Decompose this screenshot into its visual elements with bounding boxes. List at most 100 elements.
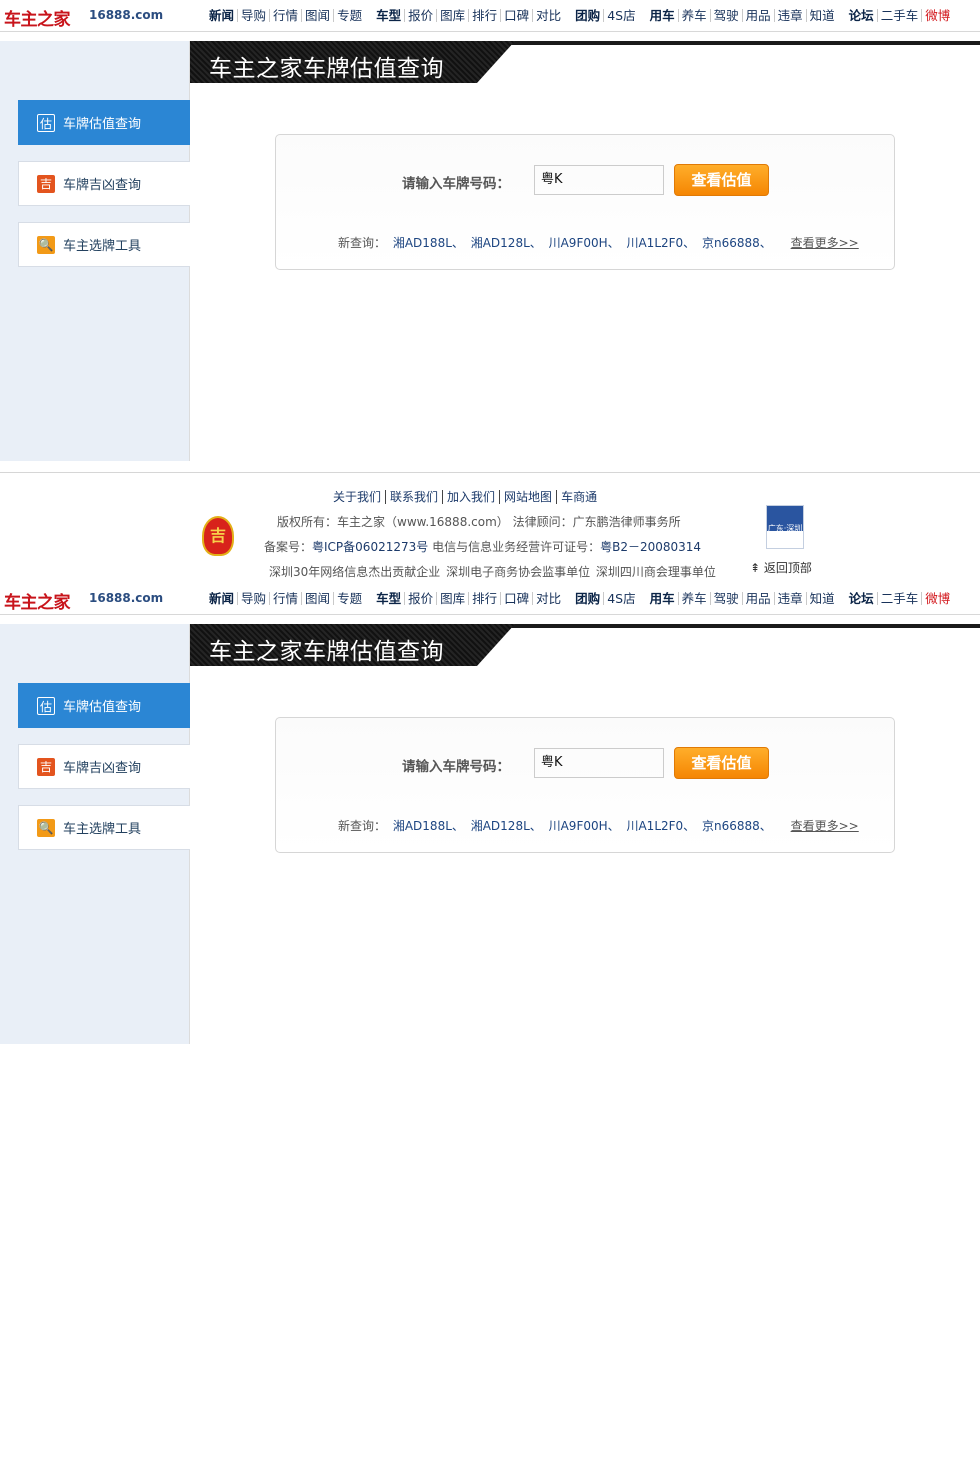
recent-query-link[interactable]: 湘AD188L、 xyxy=(393,236,464,250)
nav-link[interactable]: 团购 xyxy=(572,592,603,605)
nav-link[interactable]: 排行 xyxy=(468,592,500,605)
icp-prefix: 备案号： xyxy=(264,540,313,554)
site-logo[interactable]: 车主之家 xyxy=(4,5,71,30)
nav-link[interactable]: 用车 xyxy=(647,9,678,22)
plate-label: 请输入车牌号码： xyxy=(402,759,510,775)
fortune-icon: 吉 xyxy=(37,174,55,193)
nav-link[interactable]: 驾驶 xyxy=(709,592,742,605)
nav-link[interactable]: 4S店 xyxy=(603,9,638,22)
nav-link[interactable]: 车型 xyxy=(373,592,404,605)
sidebar-item[interactable]: 吉车牌吉凶查询 xyxy=(18,744,190,789)
honors-text: 深圳30年网络信息杰出贡献企业 深圳电子商务协会监事单位 深圳四川商会理事单位 xyxy=(269,565,716,579)
icp-link[interactable]: 粤ICP备06021273号 xyxy=(312,540,428,554)
site-logo[interactable]: 车主之家 xyxy=(4,588,71,613)
estimate-button[interactable]: 查看估值 xyxy=(674,747,769,779)
nav-link[interactable]: 行情 xyxy=(269,9,301,22)
nav-link[interactable]: 论坛 xyxy=(846,9,877,22)
license-link[interactable]: 粤B2－20080314 xyxy=(600,540,701,554)
sidebar-item-label: 车牌估值查询 xyxy=(63,700,142,715)
search-icon: 🔍 xyxy=(37,818,55,837)
site-domain[interactable]: 16888.com xyxy=(89,8,163,22)
recent-query-link[interactable]: 川A9F00H、 xyxy=(549,236,620,250)
sidebar-item[interactable]: 🔍 车主选牌工具 xyxy=(18,805,190,850)
back-to-top[interactable]: ⇞ 返回顶部 xyxy=(750,559,812,576)
recent-label: 新查询： xyxy=(338,236,387,250)
page-title: 车主之家车牌估值查询 xyxy=(209,56,444,82)
nav-link[interactable]: 导购 xyxy=(237,9,269,22)
page-block: 车主之家 16888.com 新闻 导购 行情 图闻 专题 车型 报价 图库 排行 口碑 对比 团购 4S店… xyxy=(0,583,980,1474)
sidebar-item[interactable]: 估车牌估值查询 xyxy=(18,683,190,728)
nav-link[interactable]: 专题 xyxy=(333,9,365,22)
recent-query-link[interactable]: 川A9F00H、 xyxy=(549,819,620,833)
recent-query-link[interactable]: 湘AD128L、 xyxy=(471,819,542,833)
recent-query-link[interactable]: 京n66888、 xyxy=(702,819,772,833)
sidebar-item[interactable]: 估车牌估值查询 xyxy=(18,100,190,145)
nav-link[interactable]: 口碑 xyxy=(500,9,532,22)
estimate-button[interactable]: 查看估值 xyxy=(674,164,769,196)
sidebar-item[interactable]: 吉车牌吉凶查询 xyxy=(18,161,190,206)
plate-input[interactable]: 粤K xyxy=(534,748,664,778)
footer-link[interactable]: 加入我们 xyxy=(442,490,500,504)
nav-link[interactable]: 养车 xyxy=(677,592,710,605)
more-link[interactable]: 查看更多>> xyxy=(791,236,859,250)
nav-link[interactable]: 排行 xyxy=(468,9,500,22)
footer-link[interactable]: 关于我们 xyxy=(333,490,385,504)
nav-link[interactable]: 行情 xyxy=(269,592,301,605)
license-prefix: 电信与信息业务经营许可证号： xyxy=(432,540,601,554)
recent-query-link[interactable]: 川A1L2F0、 xyxy=(626,236,695,250)
nav-link[interactable]: 图库 xyxy=(436,9,468,22)
nav-link[interactable]: 违章 xyxy=(773,9,806,22)
nav-link[interactable]: 图闻 xyxy=(301,9,333,22)
top-navbar: 车主之家 16888.com 新闻 导购 行情 图闻 专题 车型 报价 图库 排行 口碑 对比 团购 4S店… xyxy=(0,0,980,32)
emblem-icon[interactable]: 吉 xyxy=(202,516,234,556)
nav-link[interactable]: 对比 xyxy=(532,9,564,22)
nav-link[interactable]: 新闻 xyxy=(206,9,237,22)
nav-link[interactable]: 二手车 xyxy=(876,9,922,22)
nav-link[interactable]: 论坛 xyxy=(846,592,877,605)
nav-link[interactable]: 团购 xyxy=(572,9,603,22)
nav-link[interactable]: 专题 xyxy=(333,592,365,605)
nav-link[interactable]: 对比 xyxy=(532,592,564,605)
nav-link[interactable]: 口碑 xyxy=(500,592,532,605)
nav-link[interactable]: 用车 xyxy=(647,592,678,605)
recent-query-link[interactable]: 京n66888、 xyxy=(702,236,772,250)
nav-link[interactable]: 驾驶 xyxy=(709,9,742,22)
recent-label: 新查询： xyxy=(338,819,387,833)
banner-line xyxy=(505,41,980,45)
nav-link[interactable]: 微博 xyxy=(921,9,953,22)
nav-link[interactable]: 知道 xyxy=(805,592,838,605)
nav-link[interactable]: 图闻 xyxy=(301,592,333,605)
recent-queries: 新查询： 湘AD188L、 湘AD128L、 川A9F00H、 川A1L2F0、… xyxy=(338,234,862,251)
plate-input[interactable]: 粤K xyxy=(534,165,664,195)
nav-link[interactable]: 用品 xyxy=(741,592,774,605)
nav-link[interactable]: 图库 xyxy=(436,592,468,605)
site-domain[interactable]: 16888.com xyxy=(89,591,163,605)
nav-link[interactable]: 车型 xyxy=(373,9,404,22)
nav-link[interactable]: 4S店 xyxy=(603,592,638,605)
police-icon[interactable]: 广东·深圳 xyxy=(766,505,804,549)
nav-link[interactable]: 报价 xyxy=(404,592,436,605)
nav-link[interactable]: 养车 xyxy=(677,9,710,22)
nav-link[interactable]: 新闻 xyxy=(206,592,237,605)
nav-link[interactable]: 微博 xyxy=(921,592,953,605)
footer-link[interactable]: 车商通 xyxy=(556,490,602,504)
page-title: 车主之家车牌估值查询 xyxy=(209,639,444,665)
sidebar-item-label: 车主选牌工具 xyxy=(63,822,142,837)
nav-link[interactable]: 导购 xyxy=(237,592,269,605)
nav-link[interactable]: 二手车 xyxy=(876,592,922,605)
nav-link[interactable]: 知道 xyxy=(805,9,838,22)
fortune-icon: 吉 xyxy=(37,757,55,776)
back-top-label: 返回顶部 xyxy=(763,561,812,575)
nav-link[interactable]: 报价 xyxy=(404,9,436,22)
plate-label: 请输入车牌号码： xyxy=(402,176,510,192)
footer-link[interactable]: 联系我们 xyxy=(385,490,443,504)
recent-query-link[interactable]: 湘AD128L、 xyxy=(471,236,542,250)
more-link[interactable]: 查看更多>> xyxy=(791,819,859,833)
footer-link[interactable]: 网站地图 xyxy=(499,490,557,504)
recent-query-link[interactable]: 川A1L2F0、 xyxy=(626,819,695,833)
banner-line xyxy=(505,624,980,628)
nav-link[interactable]: 用品 xyxy=(741,9,774,22)
recent-query-link[interactable]: 湘AD188L、 xyxy=(393,819,464,833)
nav-link[interactable]: 违章 xyxy=(773,592,806,605)
sidebar-item[interactable]: 🔍 车主选牌工具 xyxy=(18,222,190,267)
